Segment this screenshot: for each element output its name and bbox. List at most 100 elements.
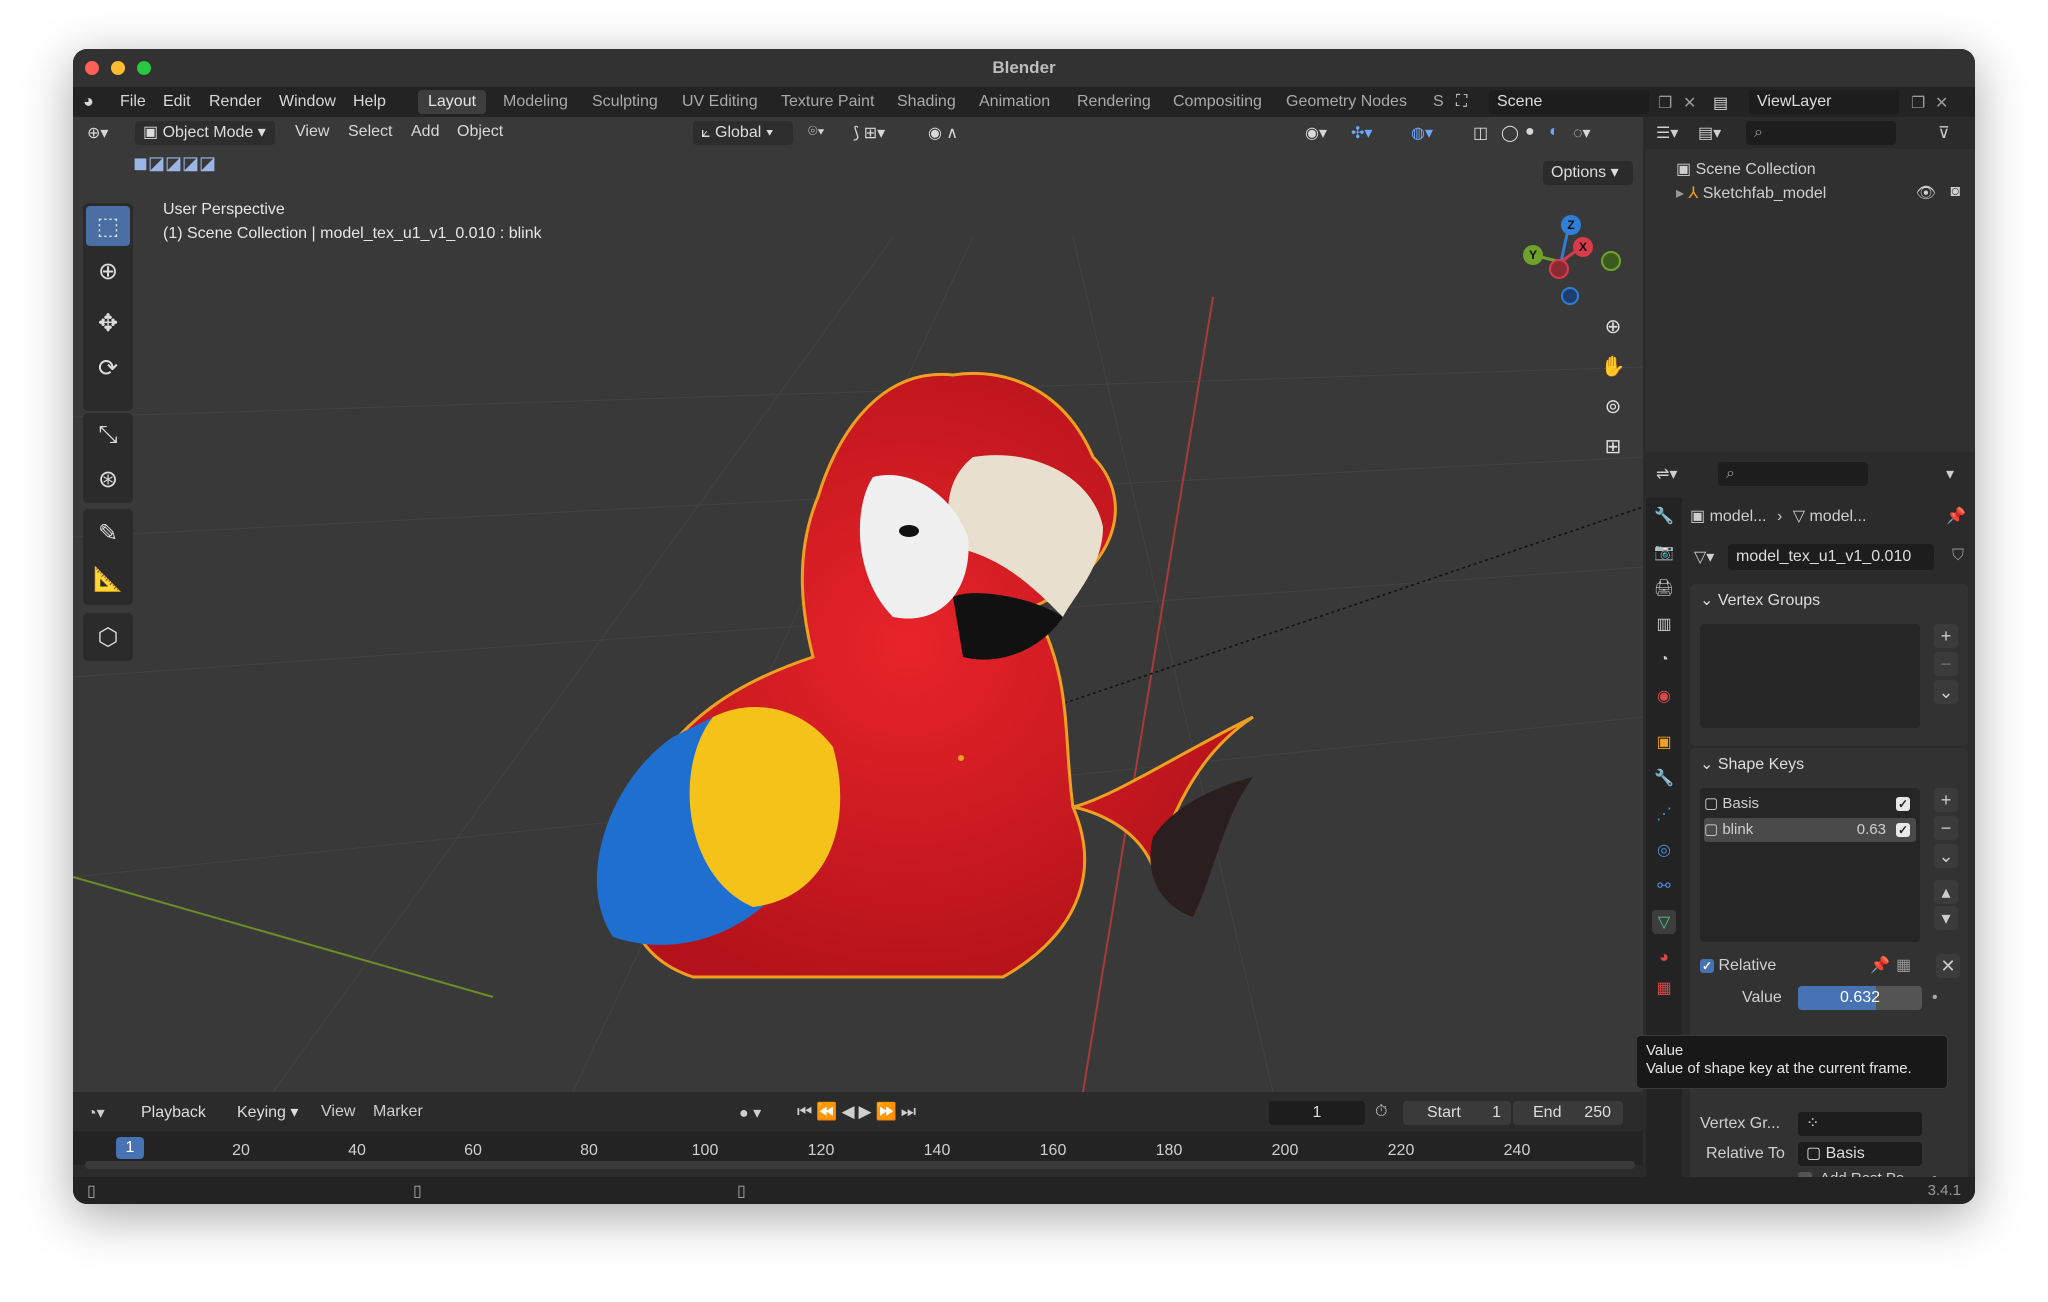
shape-key-row-selected[interactable]: ▢ blink 0.63 ✓ (1704, 818, 1916, 842)
vertex-group-menu-button[interactable]: ⌄ (1934, 680, 1958, 704)
orientation-dropdown[interactable]: ⟀ Global ▾ (693, 121, 793, 145)
gizmo-x-axis[interactable]: X (1573, 237, 1593, 257)
shape-keys-header[interactable]: ⌄ Shape Keys (1700, 754, 1804, 774)
edit-mode-shape-icon[interactable]: ▦ (1896, 954, 1911, 978)
visibility-eye-icon[interactable]: 👁 (1916, 183, 1936, 203)
current-frame-marker[interactable]: 1 (116, 1137, 144, 1159)
parrot-model[interactable] (596, 371, 1254, 979)
tab-geometry-nodes[interactable]: Geometry Nodes (1276, 90, 1417, 114)
menu-window[interactable]: Window (279, 93, 336, 111)
delete-scene-icon[interactable]: ✕ (1683, 93, 1696, 113)
breadcrumb-mesh[interactable]: model... (1809, 508, 1866, 525)
material-tab-icon[interactable]: ◕ (1652, 946, 1676, 970)
object-tab-icon[interactable]: ▣ (1652, 730, 1676, 754)
add-shape-key-button[interactable]: + (1934, 788, 1958, 812)
mesh-browse-icon[interactable]: ▽▾ (1694, 547, 1714, 567)
select-box-tool-icon[interactable]: ⬚ (86, 206, 130, 246)
gizmo-toggle-icon[interactable]: ✣▾ (1351, 123, 1372, 143)
tab-compositing[interactable]: Compositing (1163, 90, 1272, 114)
timeline-scrollbar[interactable] (85, 1161, 1635, 1169)
relative-to-field[interactable]: ▢ Basis (1798, 1142, 1922, 1166)
properties-editor-icon[interactable]: ⇌▾ (1656, 464, 1677, 484)
render-tab-icon[interactable]: 📷 (1652, 540, 1676, 564)
fake-user-shield-icon[interactable]: ⛉ (1952, 547, 1964, 565)
add-cube-tool-icon[interactable]: ⬡ (86, 617, 130, 657)
delete-view-layer-icon[interactable]: ✕ (1935, 93, 1948, 113)
gizmo-y-axis[interactable]: Y (1523, 245, 1543, 265)
tab-modeling[interactable]: Modeling (493, 90, 578, 114)
vertex-groups-list[interactable] (1700, 624, 1920, 728)
playback-menu[interactable]: Playback ▾ (133, 1101, 223, 1145)
menu-render[interactable]: Render (209, 93, 261, 111)
zoom-icon[interactable]: ⊕ (1596, 309, 1630, 343)
minimize-window-button[interactable] (111, 61, 125, 75)
annotate-tool-icon[interactable]: ✎ (86, 513, 130, 553)
shape-key-value[interactable]: 0.63 (1857, 818, 1886, 842)
gizmo-neg-y[interactable] (1601, 251, 1621, 271)
end-frame-field[interactable]: End 250 (1513, 1101, 1623, 1125)
shape-keys-list[interactable]: ▢ Basis ✓ ▢ blink 0.63 ✓ (1700, 788, 1920, 942)
data-tab-icon[interactable]: ▽ (1652, 910, 1676, 934)
new-view-layer-icon[interactable]: ❐ (1911, 93, 1925, 113)
view-layer-icon[interactable]: ▤ (1713, 93, 1728, 113)
tab-layout[interactable]: Layout (418, 90, 487, 114)
tab-rendering[interactable]: Rendering (1067, 90, 1161, 114)
menu-edit[interactable]: Edit (163, 93, 191, 111)
tab-sculpting[interactable]: Sculpting (582, 90, 668, 114)
snap-icon[interactable]: ⟆ ⊞▾ (853, 123, 885, 143)
timeline-editor-icon[interactable]: ◔▾ (87, 1103, 105, 1123)
remove-shape-key-button[interactable]: − (1934, 816, 1958, 840)
menu-file[interactable]: File (120, 93, 146, 111)
vertex-groups-header[interactable]: ⌄ Vertex Groups (1700, 590, 1820, 610)
scene-icon[interactable]: ⛶ (1456, 93, 1467, 111)
output-tab-icon[interactable]: 🖨 (1652, 576, 1676, 600)
scene-tab-icon[interactable]: ◔ (1652, 648, 1676, 672)
perspective-grid-icon[interactable]: ⊞ (1596, 429, 1630, 463)
properties-search[interactable]: ⌕ (1718, 462, 1868, 486)
viewport-menu-select[interactable]: Select (348, 123, 392, 141)
overlay-icon[interactable]: ◍▾ (1411, 123, 1433, 143)
view-layer-field[interactable]: ViewLayer (1749, 90, 1899, 114)
remove-vertex-group-button[interactable]: − (1934, 652, 1958, 676)
playback-controls[interactable]: ⏮⏪◀▶⏩⏭ (797, 1102, 920, 1122)
particles-tab-icon[interactable]: ⋰ (1652, 802, 1676, 826)
tab-shading[interactable]: Shading (887, 90, 966, 114)
tab-texture-paint[interactable]: Texture Paint (771, 90, 884, 114)
filter-icon[interactable]: ⊽ (1938, 123, 1950, 143)
preview-range-icon[interactable]: ⏱ (1375, 1103, 1387, 1121)
navigation-gizmo[interactable]: Z Y X (1513, 207, 1623, 317)
auto-keying-icon[interactable]: ● ▾ (739, 1103, 761, 1123)
outliner-editor-icon[interactable]: ☰▾ (1656, 123, 1678, 143)
world-tab-icon[interactable]: ◉ (1652, 684, 1676, 708)
mesh-name-field[interactable]: model_tex_u1_v1_0.010 (1728, 544, 1934, 570)
tab-scripting[interactable]: S (1423, 90, 1454, 114)
shape-key-mute-checkbox[interactable]: ✓ (1896, 797, 1910, 811)
menu-help[interactable]: Help (353, 93, 386, 111)
tool-tab-icon[interactable]: 🔧 (1652, 504, 1676, 528)
timeline-menu-view[interactable]: View (321, 1103, 355, 1121)
shape-key-row[interactable]: ▢ Basis ✓ (1704, 792, 1916, 816)
relative-checkbox[interactable]: ✓ (1700, 959, 1714, 973)
outliner-item-row[interactable]: ▸ ⅄ Sketchfab_model 👁 ◙ (1676, 183, 1966, 203)
xray-icon[interactable]: ◫ (1473, 123, 1488, 143)
maximize-window-button[interactable] (137, 61, 151, 75)
add-vertex-group-button[interactable]: + (1934, 624, 1958, 648)
pin-icon[interactable]: 📌 (1946, 506, 1966, 526)
visibility-icon[interactable]: ◉▾ (1305, 123, 1327, 143)
close-window-button[interactable] (85, 61, 99, 75)
3d-viewport[interactable]: ⊕▾ ▣ Object Mode ▾ View Select Add Objec… (73, 117, 1643, 1092)
shading-rendered-icon[interactable]: ◌▾ (1573, 123, 1591, 143)
texture-tab-icon[interactable]: ▦ (1652, 976, 1676, 1000)
start-frame-field[interactable]: Start 1 (1403, 1101, 1511, 1125)
modifier-tab-icon[interactable]: 🔧 (1652, 766, 1676, 790)
physics-tab-icon[interactable]: ◎ (1652, 838, 1676, 862)
mode-dropdown[interactable]: ▣ Object Mode ▾ (135, 121, 275, 145)
move-down-button[interactable]: ▾ (1934, 906, 1958, 930)
cursor-tool-icon[interactable]: ⊕ (86, 251, 130, 291)
expand-arrow-icon[interactable]: ▸ (1676, 185, 1688, 202)
display-mode-icon[interactable]: ▤▾ (1698, 123, 1721, 143)
shading-wireframe-icon[interactable]: ◯ (1501, 123, 1519, 143)
shading-material-icon[interactable]: ◐ (1549, 123, 1559, 141)
options-dropdown[interactable]: Options ▾ (1543, 161, 1633, 185)
viewport-menu-add[interactable]: Add (411, 123, 439, 141)
